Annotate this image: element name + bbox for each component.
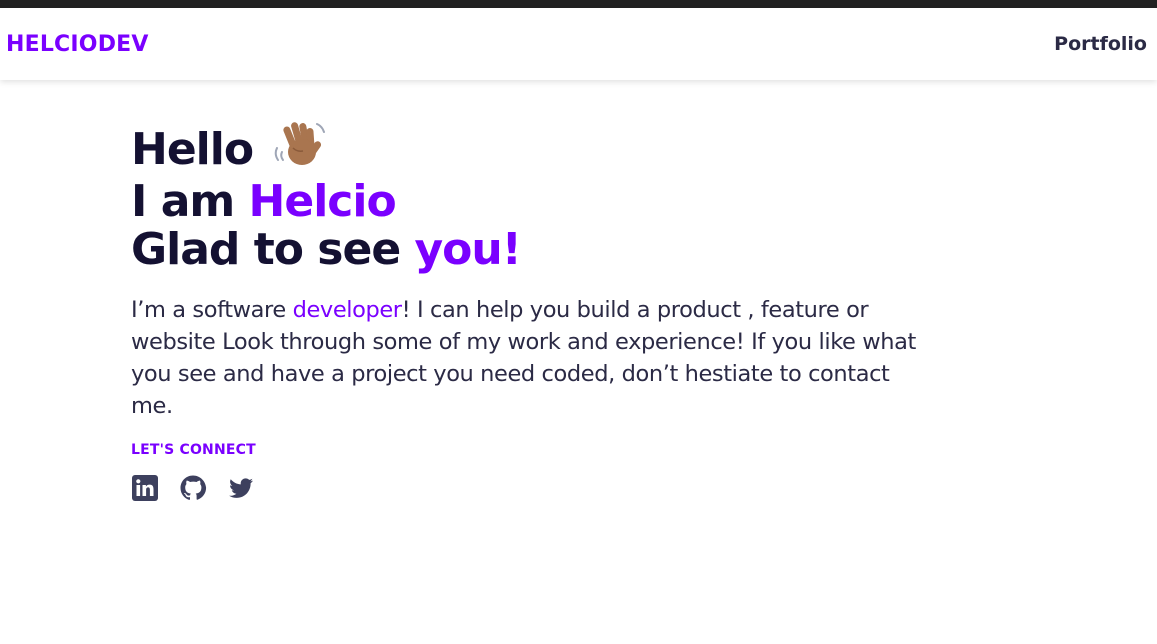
headline-i-am: I am (131, 176, 249, 227)
social-links (131, 474, 921, 502)
bio-paragraph: I’m a software developer! I can help you… (131, 294, 921, 422)
connect-label: LET'S CONNECT (131, 442, 256, 458)
twitter-link[interactable] (227, 474, 255, 502)
twitter-icon (229, 478, 253, 498)
bio-prefix: I’m a software (131, 297, 293, 323)
headline-glad: Glad to see (131, 224, 415, 275)
window-top-strip (0, 0, 1157, 8)
github-icon (180, 475, 207, 500)
nav-link-portfolio[interactable]: Portfolio (1054, 33, 1147, 55)
hero-section: Hello I am Helcio Glad to see you! I’m a… (131, 118, 921, 502)
linkedin-link[interactable] (131, 474, 159, 502)
headline-name: Helcio (248, 176, 397, 227)
headline-hello: Hello (131, 124, 254, 175)
headline-you: you! (414, 224, 521, 275)
waving-hand-icon (273, 118, 327, 178)
hero-headline: Hello I am Helcio Glad to see you! (131, 118, 921, 274)
navbar: HELCIODEV Portfolio (0, 8, 1157, 80)
bio-accent: developer (292, 297, 402, 323)
github-link[interactable] (179, 474, 207, 502)
brand-logo-link[interactable]: HELCIODEV (6, 32, 149, 57)
linkedin-icon (132, 475, 158, 501)
